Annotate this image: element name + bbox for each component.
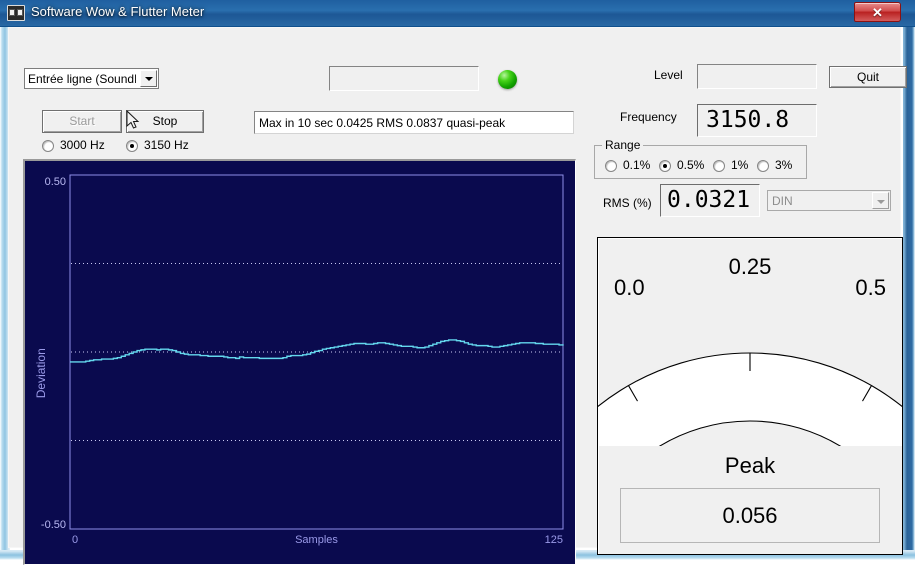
close-button[interactable]: ✕: [854, 2, 901, 22]
radio-range-0-1-dot: [605, 160, 617, 172]
quit-button[interactable]: Quit: [829, 66, 907, 88]
analog-meter-gauge: [598, 352, 902, 446]
radio-range-0-5-dot: [659, 160, 671, 172]
client-area: Entrée ligne (SoundMAX Start Stop 3000 H…: [8, 27, 907, 565]
application-window: Software Wow & Flutter Meter ✕ Entrée li…: [0, 0, 915, 565]
mouse-cursor-icon: [126, 110, 140, 129]
radio-range-3-dot: [757, 160, 769, 172]
range-group-legend: Range: [602, 138, 644, 152]
level-label: Level: [654, 68, 683, 82]
radio-3150hz-dot: [126, 140, 138, 152]
deviation-chart-panel: 0.50 -0.50 0 125 Samples Deviation: [23, 159, 576, 565]
start-button[interactable]: Start: [42, 110, 122, 133]
svg-text:Deviation: Deviation: [34, 348, 48, 398]
weighting-select[interactable]: DIN: [767, 190, 891, 211]
cassette-icon: [7, 5, 25, 21]
radio-3000hz-label: 3000 Hz: [60, 138, 105, 152]
status-led-icon: [498, 70, 517, 89]
status-field: Max in 10 sec 0.0425 RMS 0.0837 quasi-pe…: [254, 111, 574, 134]
rms-label: RMS (%): [603, 196, 652, 210]
radio-range-1-label: 1%: [731, 158, 749, 172]
title-bar[interactable]: Software Wow & Flutter Meter ✕: [0, 0, 915, 27]
status-text: Max in 10 sec 0.0425 RMS 0.0837 quasi-pe…: [259, 116, 506, 130]
svg-text:0: 0: [72, 534, 78, 546]
level-field[interactable]: [697, 64, 817, 89]
radio-3000hz-dot: [42, 140, 54, 152]
peak-value-field: 0.056: [620, 488, 880, 543]
svg-text:0.50: 0.50: [45, 176, 66, 188]
peak-value: 0.056: [722, 503, 778, 528]
window-title: Software Wow & Flutter Meter: [31, 4, 205, 19]
radio-range-0-5-label: 0.5%: [677, 158, 705, 172]
radio-3150hz-label: 3150 Hz: [144, 138, 189, 152]
weighting-value: DIN: [772, 194, 793, 208]
chevron-down-icon[interactable]: [140, 70, 157, 87]
peak-label: Peak: [724, 453, 776, 478]
rms-value: 0.0321: [660, 184, 760, 217]
radio-range-1-dot: [713, 160, 725, 172]
svg-text:-0.50: -0.50: [41, 519, 66, 531]
deviation-chart: 0.50 -0.50 0 125 Samples Deviation: [34, 174, 564, 546]
frequency-label: Frequency: [620, 110, 677, 124]
chevron-down-icon[interactable]: [872, 192, 889, 209]
svg-text:Samples: Samples: [295, 534, 338, 546]
peak-meter-panel: 0.0 0.25 0.5 Peak 0.056: [597, 237, 903, 555]
svg-text:125: 125: [545, 534, 563, 546]
audio-source-select[interactable]: Entrée ligne (SoundMAX: [24, 68, 159, 89]
radio-range-0-1-label: 0.1%: [623, 158, 651, 172]
radio-range-3-label: 3%: [775, 158, 793, 172]
top-readout-field[interactable]: [329, 66, 479, 91]
frequency-value: 3150.8: [697, 104, 817, 137]
audio-source-value: Entrée ligne (SoundMAX: [28, 72, 136, 86]
